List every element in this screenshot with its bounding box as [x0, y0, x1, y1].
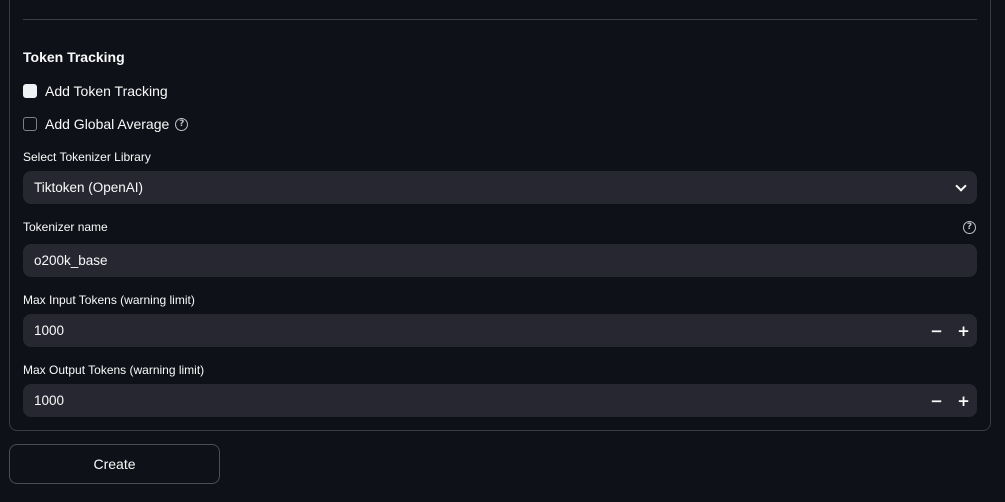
checkbox-label: Add Global Average — [45, 116, 170, 132]
number-stepper: − + — [923, 384, 977, 417]
input-value: o200k_base — [34, 253, 108, 268]
add-global-average-checkbox[interactable]: Add Global Average ? — [23, 114, 189, 134]
max-output-tokens-input[interactable]: 1000 − + — [23, 384, 977, 417]
help-icon[interactable]: ? — [963, 221, 976, 234]
checkbox-label: Add Token Tracking — [45, 83, 168, 99]
decrement-button[interactable]: − — [923, 314, 950, 347]
tokenizer-name-input[interactable]: o200k_base — [23, 244, 977, 277]
section-divider — [23, 19, 977, 20]
increment-button[interactable]: + — [950, 384, 977, 417]
create-button[interactable]: Create — [9, 444, 220, 484]
increment-button[interactable]: + — [950, 314, 977, 347]
tokenizer-library-select[interactable]: Tiktoken (OpenAI) — [23, 171, 977, 204]
max-input-tokens-label: Max Input Tokens (warning limit) — [23, 293, 195, 307]
input-value: 1000 — [34, 393, 65, 408]
tokenizer-name-label: Tokenizer name — [23, 220, 108, 234]
checkbox-box[interactable] — [23, 84, 37, 98]
help-icon[interactable]: ? — [175, 117, 189, 131]
max-input-tokens-input[interactable]: 1000 − + — [23, 314, 977, 347]
number-stepper: − + — [923, 314, 977, 347]
tokenizer-library-label: Select Tokenizer Library — [23, 150, 151, 164]
decrement-button[interactable]: − — [923, 384, 950, 417]
max-output-tokens-label: Max Output Tokens (warning limit) — [23, 363, 205, 377]
input-value: 1000 — [34, 323, 65, 338]
add-token-tracking-checkbox[interactable]: Add Token Tracking — [23, 81, 168, 101]
chevron-down-icon[interactable] — [955, 180, 967, 192]
section-title-token-tracking: Token Tracking — [23, 49, 125, 65]
select-value: Tiktoken (OpenAI) — [34, 180, 144, 195]
checkbox-box[interactable] — [23, 117, 37, 131]
